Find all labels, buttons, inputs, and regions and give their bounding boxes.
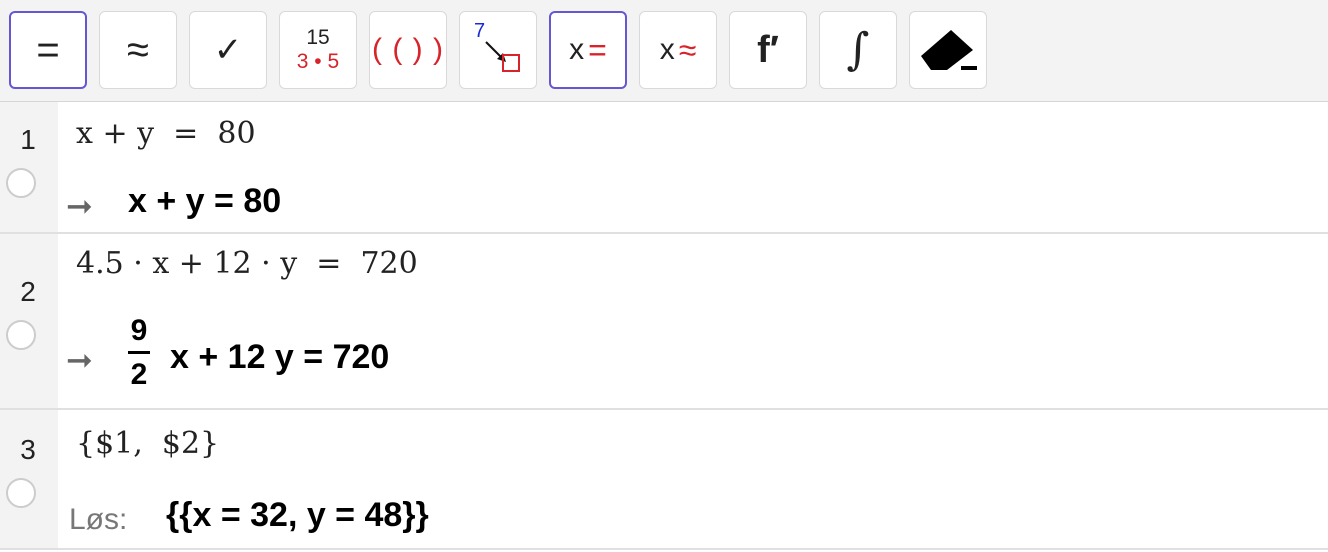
eraser-icon <box>921 30 977 70</box>
solve-label: Løs: <box>69 503 128 536</box>
approx-icon: ≈ <box>127 28 149 72</box>
cas-input[interactable]: x + y = 80 <box>76 116 256 151</box>
fraction-numerator: 9 <box>130 314 148 347</box>
placeholder-box-icon <box>502 54 520 72</box>
output-arrow-icon: ➞ <box>66 187 93 225</box>
visibility-toggle[interactable] <box>6 478 36 508</box>
cas-row-2: 2 4.5 · x + 12 · y = 720 ➞ 9 2 x + 12 y … <box>0 234 1328 410</box>
cas-row-1: 1 x + y = 80 ➞ x + y = 80 <box>0 102 1328 234</box>
derivative-icon: f′ <box>757 29 779 71</box>
integral-button[interactable]: ∫ <box>819 11 897 89</box>
output-arrow-icon: ➞ <box>66 341 93 379</box>
visibility-toggle[interactable] <box>6 168 36 198</box>
visibility-toggle[interactable] <box>6 320 36 350</box>
fraction-bar <box>128 351 150 354</box>
expand-button[interactable]: ( ( ) ) <box>369 11 447 89</box>
cas-input[interactable]: {$1, $2} <box>76 426 219 461</box>
solve-button[interactable]: x = <box>549 11 627 89</box>
parentheses-icon: ( ( ) ) <box>372 33 444 66</box>
substitute-button[interactable]: 7 <box>459 11 537 89</box>
checkmark-icon: ✓ <box>213 31 243 69</box>
cas-output: x + y = 80 <box>128 182 282 220</box>
row-number: 1 <box>20 124 36 155</box>
cas-output: {{x = 32, y = 48}} <box>166 496 429 534</box>
keep-input-button[interactable]: ✓ <box>189 11 267 89</box>
equals-icon: = <box>36 28 60 72</box>
delete-button[interactable] <box>909 11 987 89</box>
integral-icon: ∫ <box>846 24 870 75</box>
solve-icon: x = <box>569 31 607 68</box>
row-number: 2 <box>20 276 36 307</box>
cas-input[interactable]: 4.5 · x + 12 · y = 720 <box>76 246 418 281</box>
numeric-button[interactable]: ≈ <box>99 11 177 89</box>
cas-output: x + 12 y = 720 <box>170 338 390 376</box>
factor-icon: 15 3 • 5 <box>296 25 340 73</box>
cas-row-3: 3 {$1, $2} Løs: {{x = 32, y = 48}} <box>0 410 1328 550</box>
fraction-denominator: 2 <box>130 358 148 391</box>
solve-numerically-button[interactable]: x ≈ <box>639 11 717 89</box>
derivative-button[interactable]: f′ <box>729 11 807 89</box>
row-gutter <box>0 234 58 408</box>
cas-toolbar: = ≈ ✓ 15 3 • 5 ( ( ) ) 7 x = x ≈ f′ ∫ <box>0 0 1328 102</box>
factor-button[interactable]: 15 3 • 5 <box>279 11 357 89</box>
evaluate-button[interactable]: = <box>9 11 87 89</box>
row-gutter <box>0 410 58 548</box>
solve-numerically-icon: x ≈ <box>659 31 697 68</box>
output-fraction: 9 2 <box>128 316 150 390</box>
substitute-icon: 7 <box>470 20 526 78</box>
row-gutter <box>0 102 58 232</box>
row-number: 3 <box>20 434 36 465</box>
